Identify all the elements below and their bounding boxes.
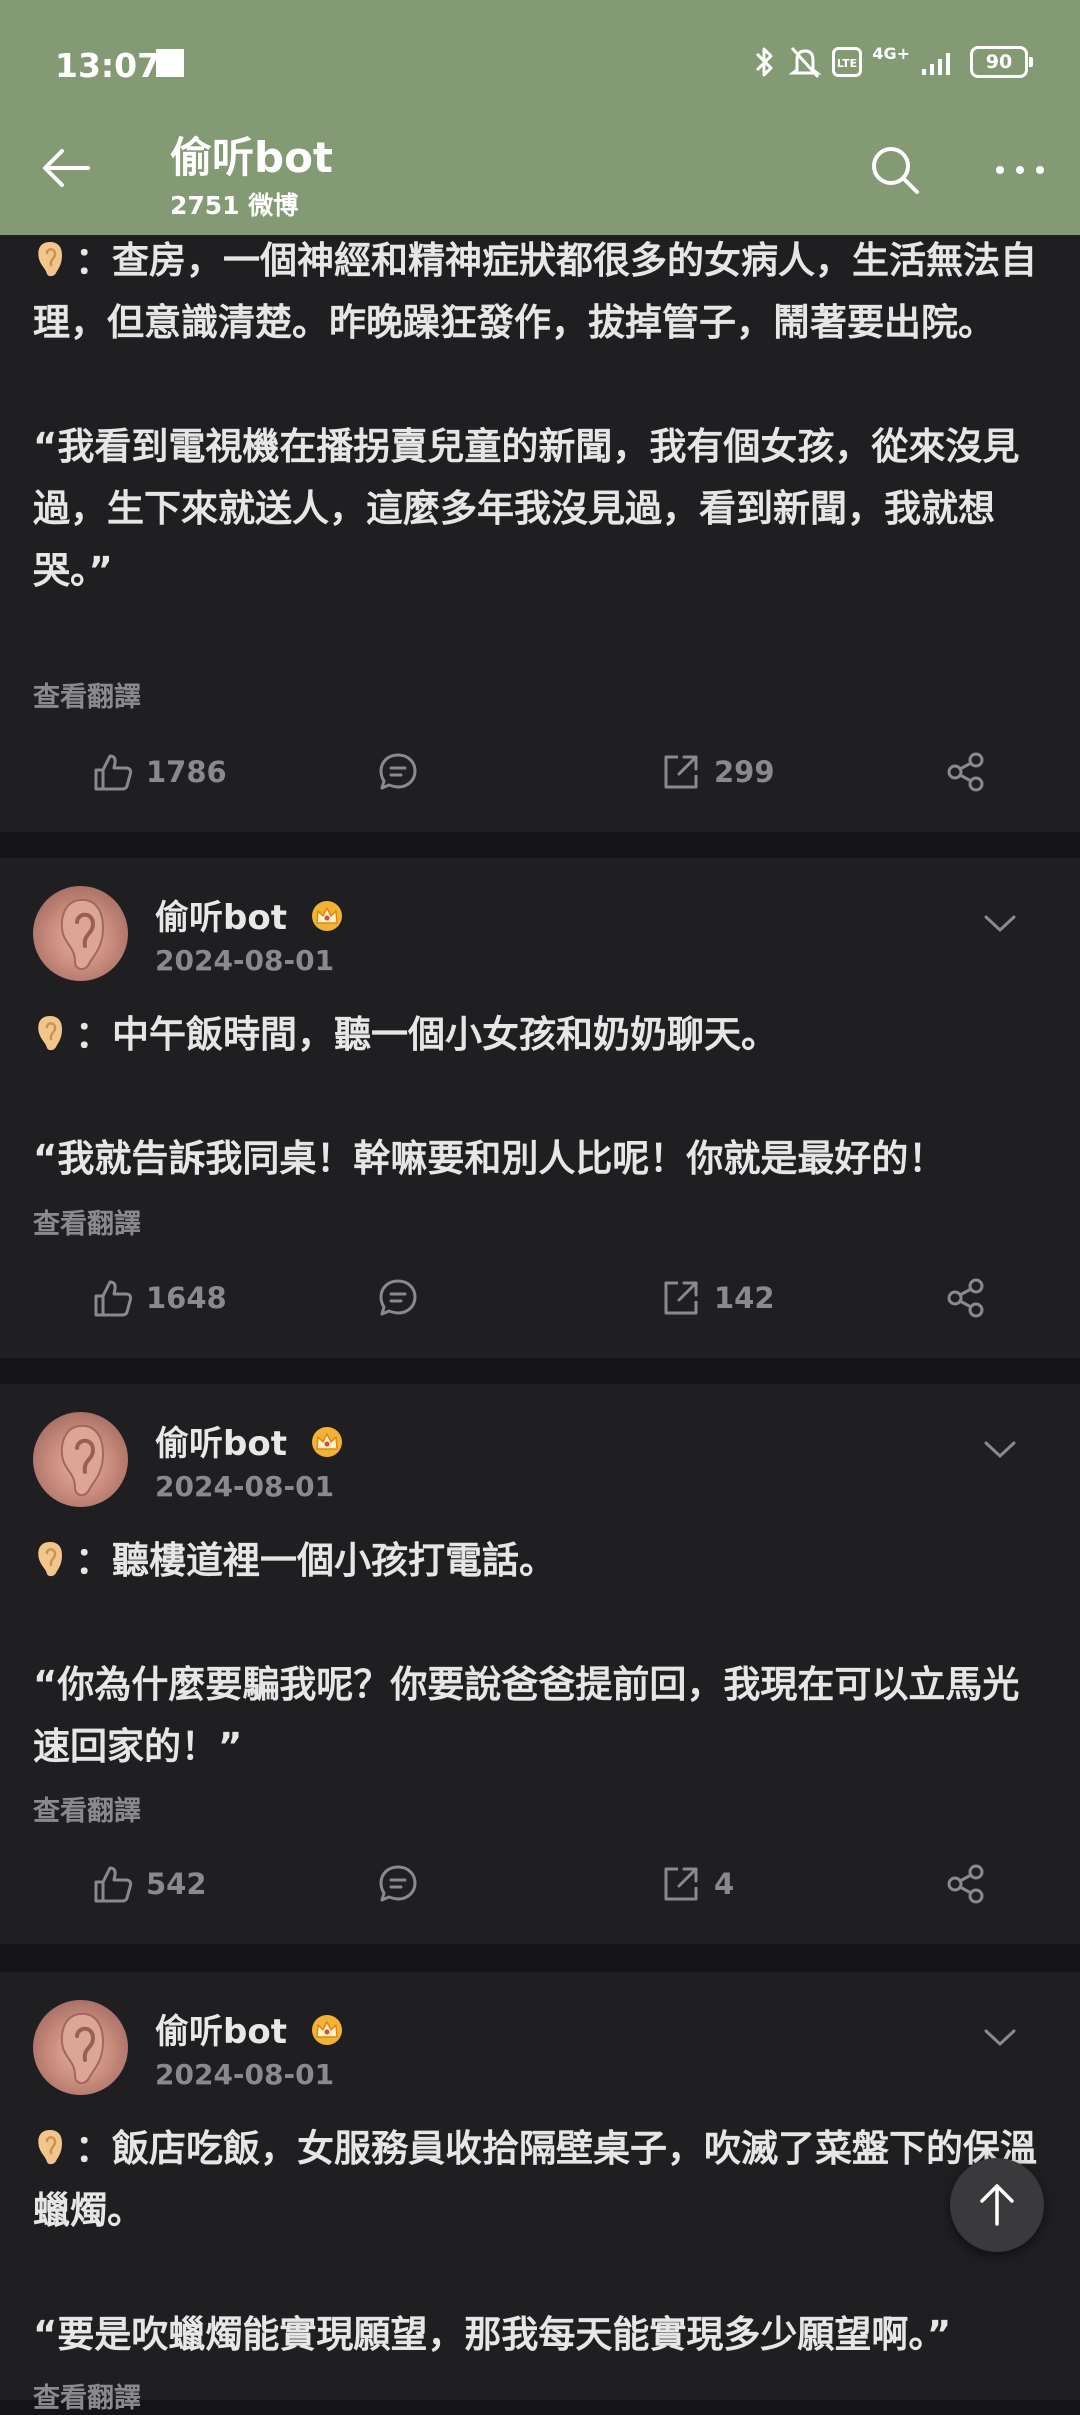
post-card: 偷听bot 2024-08-01 ：飯店吃飯，女服務員收拾隔壁桌子，吹滅了菜盤下… [0,1972,1080,2414]
post-actions: 1648 142 [0,1268,1080,1328]
avatar[interactable] [33,2000,128,2095]
bluetooth-icon [756,47,773,77]
username[interactable]: 偷听bot [155,2004,345,2053]
scroll-to-top-button[interactable] [950,2158,1044,2252]
chevron-down-icon[interactable] [980,1434,1020,1464]
ear-emoji-icon [38,1542,62,1577]
view-translation-link[interactable]: 查看翻譯 [33,2376,141,2415]
view-translation-link[interactable]: 查看翻譯 [33,1789,141,1828]
ear-emoji-icon [38,1016,62,1051]
crown-badge-icon [311,1427,342,1457]
post-actions: 542 4 [0,1854,1080,1914]
post-date: 2024-08-01 [155,2058,335,2091]
post-date: 2024-08-01 [155,1470,335,1503]
post-quote: “你為什麼要騙我呢？你要說爸爸提前回，我現在可以立馬光速回家的！” [33,1663,1020,1768]
share-button[interactable] [945,1268,987,1328]
arrow-up-icon [980,2184,1014,2226]
share-icon [947,1864,984,1904]
post-card: ：查房，一個神經和精神症狀都很多的女病人，生活無法自理，但意識清楚。昨晚躁狂發作… [0,235,1080,832]
post-text: ：中午飯時間，聽一個小女孩和奶奶聊天。 “我就告訴我同桌！幹嘛要和別人比呢！你就… [33,1004,1053,1190]
repost-count: 299 [714,755,775,789]
notification-icon [156,49,184,77]
chevron-down-icon[interactable] [980,2022,1020,2052]
post-quote: “我看到電視機在播拐賣兒童的新聞，我有個女孩，從來沒見過，生下來就送人，這麼多年… [33,425,1020,592]
comment-button[interactable] [377,1854,419,1914]
signal-icon [922,53,950,75]
post-count: 2751 微博 [170,191,299,220]
share-button[interactable] [945,1854,987,1914]
repost-icon [664,1867,698,1901]
svg-text:LTE: LTE [837,57,857,70]
comment-button[interactable] [377,1268,419,1328]
repost-count: 4 [714,1867,735,1901]
post-text: ：聽樓道裡一個小孩打電話。 “你為什麼要騙我呢？你要說爸爸提前回，我現在可以立馬… [33,1530,1053,1778]
view-translation-link[interactable]: 查看翻譯 [33,1202,141,1241]
back-arrow-icon[interactable] [38,140,94,196]
like-count: 1648 [146,1281,227,1315]
view-translation-link[interactable]: 查看翻譯 [33,675,141,714]
post-paragraph: ：中午飯時間，聽一個小女孩和奶奶聊天。 [75,1013,778,1056]
username[interactable]: 偷听bot [155,1416,345,1465]
top-app-bar: 13:07 LTE 4G+ 90 偷听bot 2751 微博 [0,0,1080,235]
mute-bell-icon [788,46,822,79]
status-icons: LTE 4G+ 90 [752,40,1033,84]
post-text: ：飯店吃飯，女服務員收拾隔壁桌子，吹滅了菜盤下的保溫蠟燭。 “要是吹蠟燭能實現願… [33,2118,1053,2366]
like-count: 1786 [146,755,227,789]
status-bar: 13:07 LTE 4G+ 90 [0,0,1080,130]
network-type: 4G+ [872,43,910,63]
post-text: ：查房，一個神經和精神症狀都很多的女病人，生活無法自理，但意識清楚。昨晚躁狂發作… [33,230,1053,602]
crown-badge-icon [311,901,342,931]
avatar[interactable] [33,1412,128,1507]
more-options-icon[interactable] [990,150,1050,190]
repost-icon [664,1281,698,1315]
share-icon [947,1278,984,1318]
repost-count: 142 [714,1281,775,1315]
battery-indicator: 90 [970,46,1033,78]
volte-icon: LTE [832,47,863,77]
repost-button[interactable]: 299 [660,742,775,802]
post-quote: “我就告訴我同桌！幹嘛要和別人比呢！你就是最好的！ [33,1137,946,1180]
post-paragraph: ：聽樓道裡一個小孩打電話。 [75,1539,556,1582]
page-title: 偷听bot [170,133,333,182]
post-paragraph: ：飯店吃飯，女服務員收拾隔壁桌子，吹滅了菜盤下的保溫蠟燭。 [33,2127,1037,2232]
repost-button[interactable]: 4 [660,1854,734,1914]
crown-badge-icon [311,2015,342,2045]
post-quote: “要是吹蠟燭能實現願望，那我每天能實現多少願望啊。” [33,2313,952,2356]
username[interactable]: 偷听bot [155,890,345,939]
like-count: 542 [146,1867,207,1901]
status-time: 13:07 [55,46,161,85]
post-date: 2024-08-01 [155,944,335,977]
post-card: 偷听bot 2024-08-01 ：聽樓道裡一個小孩打電話。 “你為什麼要騙我呢… [0,1384,1080,1944]
comment-icon [379,1865,417,1902]
thumbs-up-icon [94,1866,133,1903]
share-button[interactable] [945,742,987,802]
comment-icon [379,753,417,790]
like-button[interactable]: 1786 [92,742,227,802]
repost-button[interactable]: 142 [660,1268,775,1328]
repost-icon [664,755,698,789]
chevron-down-icon[interactable] [980,908,1020,938]
thumbs-up-icon [94,1280,133,1317]
post-card: 偷听bot 2024-08-01 ：中午飯時間，聽一個小女孩和奶奶聊天。 “我就… [0,858,1080,1358]
post-actions: 1786 299 [0,742,1080,802]
comment-button[interactable] [377,742,419,802]
comment-icon [379,1279,417,1316]
share-icon [947,752,984,792]
avatar[interactable] [33,886,128,981]
like-button[interactable]: 1648 [92,1268,227,1328]
post-paragraph: ：查房，一個神經和精神症狀都很多的女病人，生活無法自理，但意識清楚。昨晚躁狂發作… [33,239,1037,344]
search-icon[interactable] [865,140,925,200]
ear-emoji-icon [38,242,62,277]
like-button[interactable]: 542 [92,1854,207,1914]
ear-emoji-icon [38,2130,62,2165]
thumbs-up-icon [94,754,133,791]
